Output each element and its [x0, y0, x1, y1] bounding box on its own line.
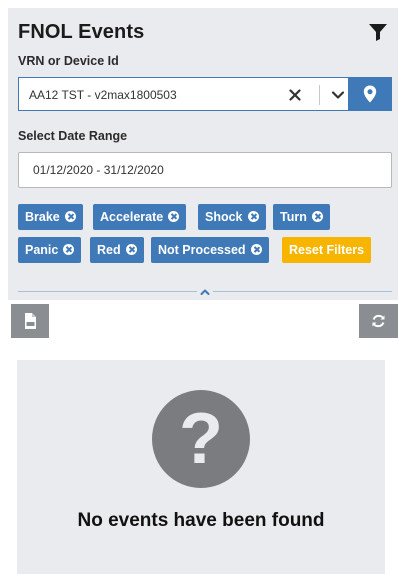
- empty-state: ? No events have been found: [17, 360, 385, 574]
- remove-chip-icon[interactable]: [250, 244, 262, 255]
- export-csv-button[interactable]: [11, 304, 49, 338]
- vrn-label: VRN or Device Id: [18, 54, 119, 68]
- filter-chip-red[interactable]: Red: [90, 237, 144, 263]
- page-title: FNOL Events: [18, 21, 145, 43]
- select-separator: [319, 85, 320, 105]
- filter-icon[interactable]: [368, 22, 388, 42]
- refresh-icon: [372, 314, 385, 328]
- clear-icon[interactable]: [289, 89, 301, 101]
- remove-chip-icon[interactable]: [63, 244, 75, 255]
- empty-message: No events have been found: [77, 510, 325, 531]
- vrn-select[interactable]: AA12 TST - v2max1800503: [18, 77, 348, 111]
- chevron-up-icon: [200, 289, 210, 295]
- refresh-button[interactable]: [359, 304, 398, 338]
- filter-panel: FNOL Events VRN or Device Id AA12 TST - …: [8, 8, 398, 300]
- filter-chip-shock[interactable]: Shock: [198, 204, 266, 230]
- question-circle-icon: ?: [152, 390, 250, 488]
- vrn-value: AA12 TST - v2max1800503: [29, 88, 177, 102]
- filter-chip-not-processed[interactable]: Not Processed: [151, 237, 269, 263]
- reset-filters-button[interactable]: Reset Filters: [282, 237, 372, 263]
- remove-chip-icon[interactable]: [64, 211, 76, 222]
- date-range-input[interactable]: [18, 152, 392, 188]
- remove-chip-icon[interactable]: [311, 211, 323, 222]
- remove-chip-icon[interactable]: [168, 211, 180, 222]
- map-marker-icon: [363, 85, 377, 103]
- filter-chip-accelerate[interactable]: Accelerate: [93, 204, 187, 230]
- remove-chip-icon[interactable]: [247, 211, 259, 222]
- date-range-label: Select Date Range: [18, 129, 128, 143]
- filter-chip-turn[interactable]: Turn: [273, 204, 330, 230]
- filter-chip-panic[interactable]: Panic: [18, 237, 82, 263]
- chevron-down-icon[interactable]: [331, 90, 345, 100]
- remove-chip-icon[interactable]: [125, 244, 137, 255]
- filter-chip-brake[interactable]: Brake: [18, 204, 83, 230]
- csv-file-icon: [25, 313, 36, 329]
- collapse-panel-button[interactable]: [197, 286, 213, 298]
- locate-device-button[interactable]: [348, 77, 392, 111]
